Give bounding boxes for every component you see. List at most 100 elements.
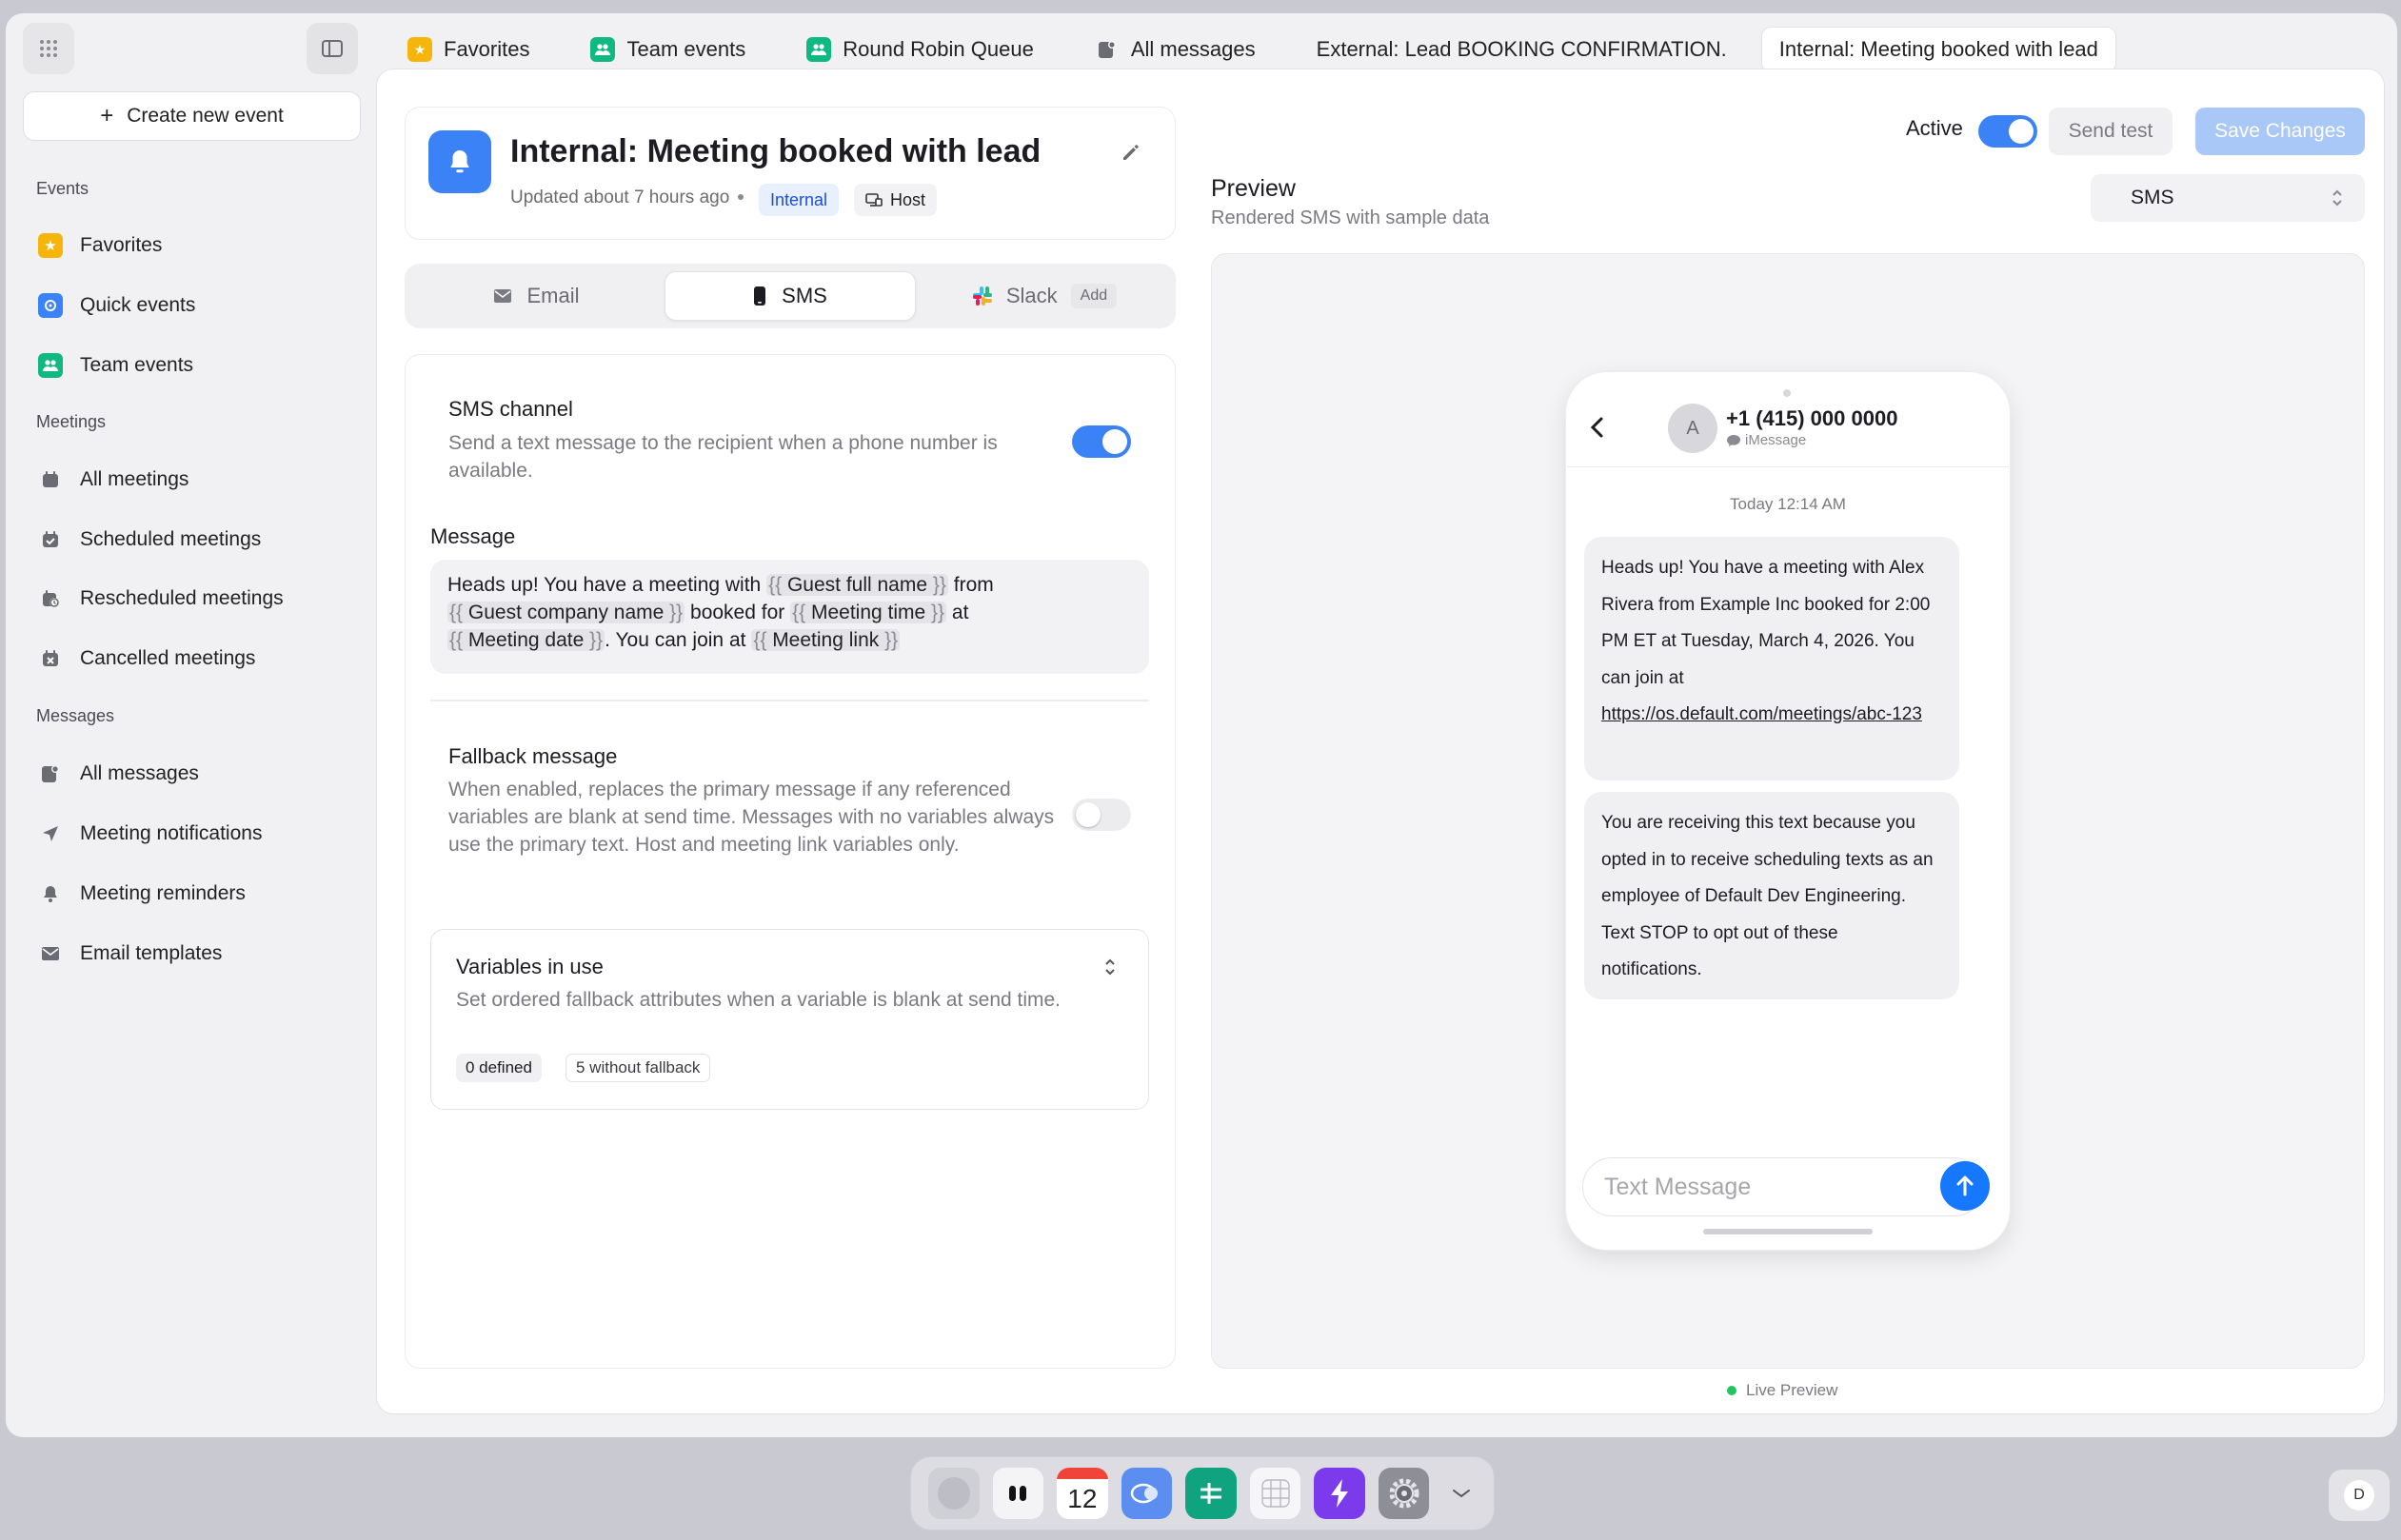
variable-token[interactable]: {{ Guest full name }} (766, 574, 948, 596)
bolt-app-icon[interactable] (1314, 1468, 1365, 1519)
sidebar-item-email-templates[interactable]: Email templates (38, 930, 352, 977)
sidebar-item-all-messages[interactable]: All messages (38, 750, 352, 798)
send-message-button[interactable] (1940, 1161, 1990, 1211)
sidebar-item-label: Cancelled meetings (80, 647, 256, 669)
text-message-input[interactable]: Text Message (1582, 1157, 1984, 1216)
sms-channel-toggle[interactable] (1072, 425, 1131, 458)
sms-channel-description: Send a text message to the recipient whe… (448, 432, 998, 482)
variable-token[interactable]: {{ Meeting time }} (790, 602, 947, 623)
dock: 12 (910, 1456, 1495, 1530)
meeting-link[interactable]: https://os.default.com/meetings/abc-123 (1601, 704, 1922, 724)
tab-slack[interactable]: Slack Add (921, 271, 1168, 321)
message-editor[interactable]: Heads up! You have a meeting with {{ Gue… (430, 560, 1149, 674)
calendar-app-icon[interactable]: 12 (1057, 1468, 1108, 1519)
settings-app-icon[interactable] (1378, 1468, 1430, 1519)
messages-icon (1095, 37, 1120, 62)
tab-label: Internal: Meeting booked with lead (1778, 37, 2098, 61)
fallback-message-description: When enabled, replaces the primary messa… (448, 779, 1055, 856)
message-text: booked for (685, 602, 791, 623)
tab-label: Round Robin Queue (843, 37, 1034, 61)
sidebar-item-rescheduled-meetings[interactable]: Rescheduled meetings (38, 575, 352, 622)
section-messages: Messages (36, 706, 115, 725)
media-app-icon[interactable] (992, 1468, 1044, 1519)
apps-grid-button[interactable] (23, 23, 74, 74)
variable-name: Guest company name (467, 602, 665, 623)
sidebar-item-team-events[interactable]: Team events (38, 342, 352, 389)
tab-internal-meeting-booked[interactable]: Internal: Meeting booked with lead (1760, 27, 2116, 72)
grid-app-icon[interactable] (1249, 1468, 1301, 1519)
tab-email[interactable]: Email (412, 271, 660, 321)
variable-token[interactable]: {{ Guest company name }} (447, 602, 685, 623)
divider (430, 700, 1149, 701)
defined-count-badge: 0 defined (456, 1054, 542, 1082)
tab-round-robin-queue[interactable]: Round Robin Queue (789, 27, 1051, 72)
network-app-icon[interactable] (1121, 1468, 1173, 1519)
preview-channel-select[interactable]: SMS (2091, 174, 2365, 222)
sidebar-item-quick-events[interactable]: Quick events (38, 282, 352, 329)
back-icon[interactable] (1588, 411, 1605, 448)
select-value: SMS (2131, 187, 2174, 208)
section-meetings: Meetings (36, 412, 107, 431)
sidebar-item-all-meetings[interactable]: All meetings (38, 456, 352, 503)
tab-favorites[interactable]: ★ Favorites (390, 27, 546, 72)
edit-title-button[interactable] (1120, 141, 1142, 168)
tab-label: SMS (782, 284, 827, 307)
calendar-check-icon (38, 527, 63, 552)
active-toggle[interactable] (1978, 115, 2037, 148)
message-text: from (947, 574, 994, 596)
sms-settings-card (405, 354, 1176, 1369)
service-name: iMessage (1745, 432, 1807, 448)
calendar-day: 12 (1067, 1484, 1098, 1513)
create-new-event-button[interactable]: + Create new event (23, 91, 361, 141)
sidebar-item-label: Quick events (80, 294, 196, 316)
sidebar-item-favorites[interactable]: ★ Favorites (38, 222, 352, 269)
sms-text: You are receiving this text because you … (1601, 813, 1934, 979)
tab-all-messages[interactable]: All messages (1078, 27, 1273, 72)
variable-name: Guest full name (786, 574, 928, 596)
contact-number: +1 (415) 000 0000 (1726, 406, 1898, 430)
chat-bubble-icon (1727, 434, 1740, 446)
sidebar-item-cancelled-meetings[interactable]: Cancelled meetings (38, 635, 352, 682)
tab-label: Favorites (444, 37, 530, 61)
send-test-button[interactable]: Send test (2049, 108, 2173, 155)
page-title: Internal: Meeting booked with lead (510, 133, 1042, 169)
sidebar-item-meeting-reminders[interactable]: Meeting reminders (38, 870, 352, 918)
expand-collapse-icon[interactable] (1102, 957, 1118, 982)
tab-external-lead-booking[interactable]: External: Lead BOOKING CONFIRMATION. (1300, 27, 1744, 72)
bell-icon (38, 881, 63, 906)
fallback-message-toggle[interactable] (1072, 799, 1131, 831)
calendar-icon (38, 467, 63, 492)
chevron-updown-icon (2332, 189, 2342, 207)
sms-bubble: Heads up! You have a meeting with Alex R… (1584, 537, 1959, 780)
input-placeholder: Text Message (1604, 1173, 1752, 1200)
live-dot-icon (1727, 1386, 1736, 1395)
preview-subtitle: Rendered SMS with sample data (1211, 207, 1490, 228)
variable-token[interactable]: {{ Meeting link }} (751, 629, 901, 651)
user-avatar-button[interactable]: D (2329, 1470, 2390, 1521)
team-icon (38, 353, 63, 378)
quick-event-icon (38, 293, 63, 318)
team-icon (806, 37, 832, 62)
sidebar-item-label: Favorites (80, 234, 163, 256)
send-icon (38, 821, 63, 846)
internal-badge: Internal (759, 184, 840, 216)
sidebar-item-scheduled-meetings[interactable]: Scheduled meetings (38, 516, 352, 563)
finder-app-icon[interactable] (928, 1468, 980, 1519)
star-icon: ★ (407, 37, 432, 62)
save-changes-button[interactable]: Save Changes (2195, 108, 2365, 155)
toggle-sidebar-button[interactable] (307, 23, 358, 74)
mail-icon (38, 941, 63, 966)
tab-team-events[interactable]: Team events (573, 27, 763, 72)
tab-sms[interactable]: SMS (665, 271, 916, 321)
chevron-down-icon[interactable] (1442, 1468, 1480, 1519)
arrow-up-icon (1956, 1175, 1974, 1196)
sidebar-item-label: Meeting reminders (80, 882, 246, 904)
live-preview-label: Live Preview (1746, 1381, 1838, 1399)
sidebar-item-meeting-notifications[interactable]: Meeting notifications (38, 810, 352, 858)
message-text: Heads up! You have a meeting with (447, 574, 767, 596)
host-icon (865, 193, 883, 207)
variable-token[interactable]: {{ Meeting date }} (447, 629, 605, 651)
sheets-app-icon[interactable] (1185, 1468, 1237, 1519)
sms-channel-label: SMS channel (448, 397, 573, 421)
sidebar-item-label: Scheduled meetings (80, 528, 262, 550)
